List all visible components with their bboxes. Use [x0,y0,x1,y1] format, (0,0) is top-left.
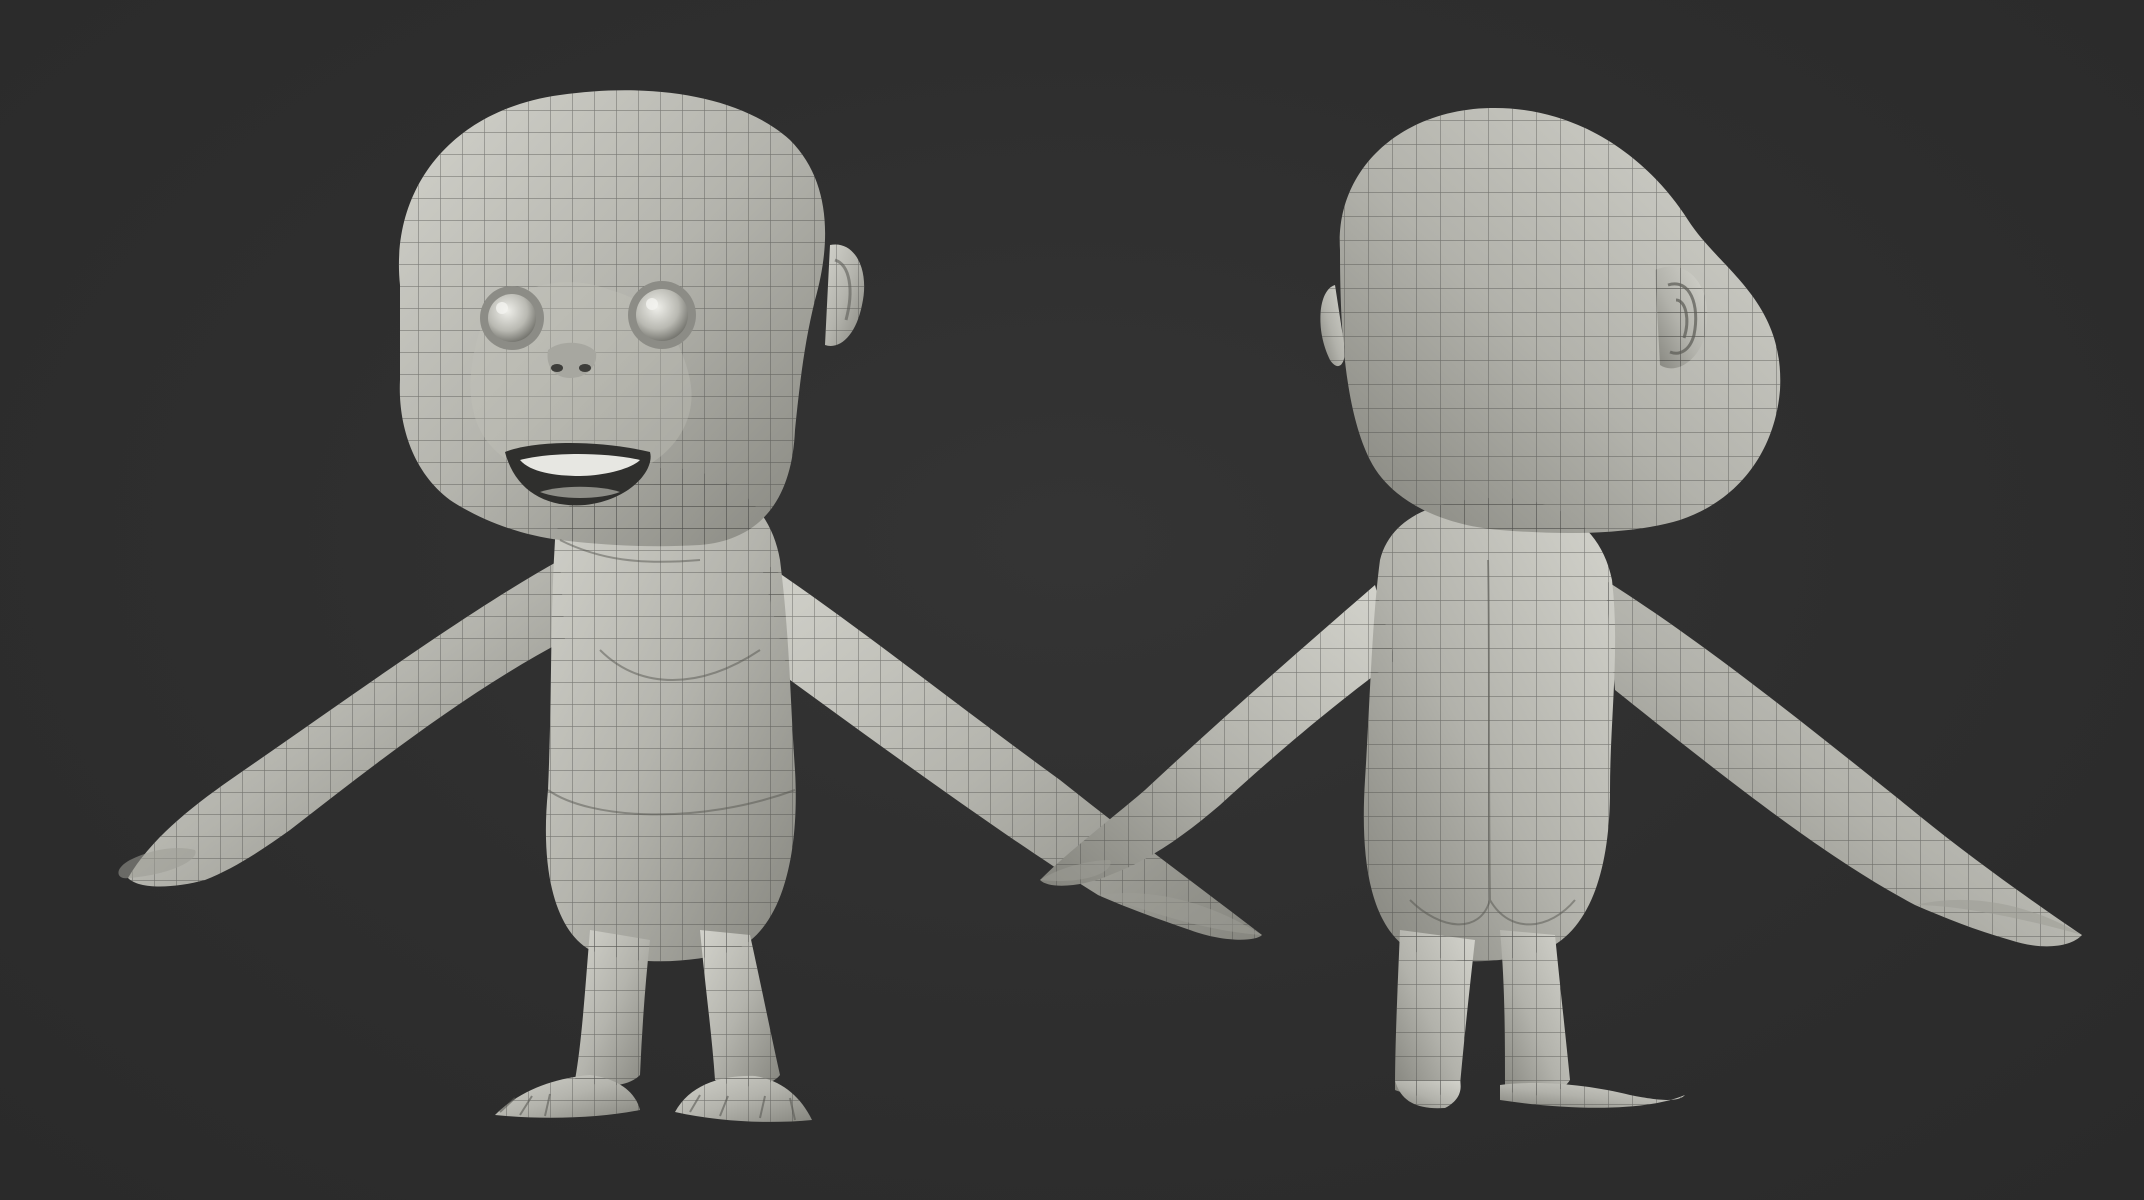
back-view-character [1040,107,2082,1109]
render-viewport [0,0,2144,1200]
front-view-character [118,90,1262,1122]
eye-left [480,286,544,350]
eye-right [628,281,696,349]
render-canvas [118,90,2082,1122]
